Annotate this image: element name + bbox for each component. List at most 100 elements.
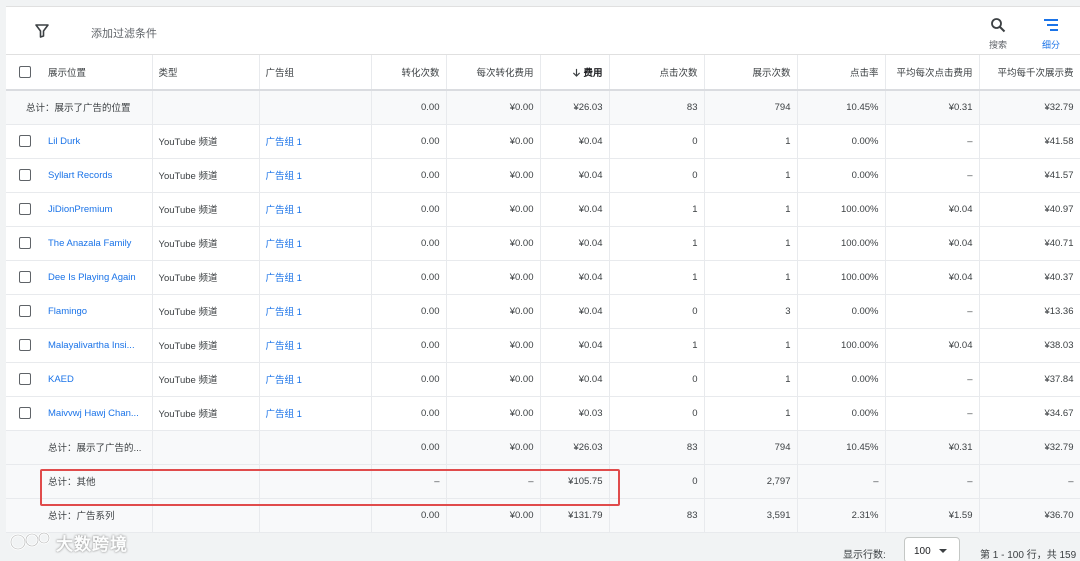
ad-group-link[interactable]: 广告组 1 [259,294,372,329]
placement-link[interactable]: JiDionPremium [44,192,153,227]
table-row: JiDionPremium YouTube 频道 广告组 1 0.00 ¥0.00 ¥0.… [6,192,1080,227]
empty-cell [259,498,372,533]
col-placement[interactable]: 展示位置 [44,55,153,91]
search-icon [991,18,1006,33]
placement-link[interactable]: Malayalivartha Insi... [44,328,153,363]
cell-avg-cpm: ¥40.37 [979,260,1080,295]
cell-ctr: 100.00% [797,226,886,261]
ad-group-link[interactable]: 广告组 1 [259,226,372,261]
total-avg-cpc: ¥0.31 [885,430,980,465]
pagination-footer: 显示行数: 100 第 1 - 100 行，共 159 [0,532,1080,561]
placement-type: YouTube 频道 [152,192,260,227]
select-all-checkbox[interactable] [19,66,31,78]
cell-conversions: 0.00 [371,192,447,227]
add-filter-link[interactable]: 添加过滤条件 [91,25,157,41]
ad-group-link[interactable]: 广告组 1 [259,192,372,227]
cell-cost-per-conv: ¥0.00 [446,328,541,363]
cell-clicks: 0 [609,158,705,193]
row-checkbox[interactable] [19,135,31,147]
total-ctr: 10.45% [797,430,886,465]
cell-cost: ¥0.03 [540,396,610,431]
total-avg-cpm: – [979,464,1080,499]
cell-ctr: 0.00% [797,396,886,431]
cell-cost-per-conv: ¥0.00 [446,260,541,295]
cell-ctr: 0.00% [797,362,886,397]
summary-total-label: 总计：广告系列 [44,498,153,533]
search-button-label: 搜索 [988,40,1007,50]
cell-conversions: 0.00 [371,226,447,261]
cell-avg-cpc: ¥0.04 [885,260,980,295]
ad-group-link[interactable]: 广告组 1 [259,124,372,159]
placement-type: YouTube 频道 [152,362,260,397]
total-cost: ¥105.75 [540,464,610,499]
cell-ctr: 0.00% [797,294,886,329]
col-cost-per-conv[interactable]: 每次转化费用 [446,55,541,91]
row-checkbox[interactable] [19,339,31,351]
row-checkbox[interactable] [19,237,31,249]
col-clicks[interactable]: 点击次数 [609,55,705,91]
row-checkbox-cell [6,158,44,193]
cell-cost-per-conv: ¥0.00 [446,226,541,261]
col-avg-cpm[interactable]: 平均每千次展示费 [979,55,1080,91]
cell-avg-cpm: ¥40.71 [979,226,1080,261]
cell-clicks: 0 [609,294,705,329]
col-avg-cpc[interactable]: 平均每次点击费用 [885,55,980,91]
table-row: Malayalivartha Insi... YouTube 频道 广告组 1 0.0… [6,328,1080,363]
table-row: The Anazala Family YouTube 频道 广告组 1 0.00 ¥0.… [6,226,1080,261]
cell-cost: ¥0.04 [540,362,610,397]
ad-group-link[interactable]: 广告组 1 [259,260,372,295]
empty-cell [152,464,260,499]
cell-avg-cpm: ¥37.84 [979,362,1080,397]
cell-avg-cpc: ¥0.04 [885,192,980,227]
top-total-label: 总计：展示了广告的位置 [6,90,153,125]
placement-link[interactable]: The Anazala Family [44,226,153,261]
total-impressions: 2,797 [704,464,798,499]
row-checkbox[interactable] [19,407,31,419]
col-ad-group[interactable]: 广告组 [259,55,372,91]
total-impressions: 794 [704,430,798,465]
placement-type: YouTube 频道 [152,226,260,261]
ad-group-link[interactable]: 广告组 1 [259,362,372,397]
placement-link[interactable]: Flamingo [44,294,153,329]
segment-button[interactable]: 细分 [1031,15,1071,51]
col-impressions[interactable]: 展示次数 [704,55,798,91]
ad-group-link[interactable]: 广告组 1 [259,396,372,431]
placement-link[interactable]: Dee Is Playing Again [44,260,153,295]
total-conversions: – [371,464,447,499]
placement-link[interactable]: Lil Durk [44,124,153,159]
cell-cost-per-conv: ¥0.00 [446,396,541,431]
total-ctr: – [797,464,886,499]
col-type[interactable]: 类型 [152,55,260,91]
placement-type: YouTube 频道 [152,396,260,431]
col-cost[interactable]: 费用 [540,55,610,91]
cell-cost: ¥0.04 [540,328,610,363]
search-button[interactable]: 搜索 [978,15,1018,51]
cell-clicks: 0 [609,362,705,397]
col-ctr[interactable]: 点击率 [797,55,886,91]
col-conversions[interactable]: 转化次数 [371,55,447,91]
total-conversions: 0.00 [371,498,447,533]
rows-per-page-value: 100 [914,546,931,557]
row-checkbox[interactable] [19,305,31,317]
row-checkbox[interactable] [19,271,31,283]
row-checkbox-cell [6,124,44,159]
row-checkbox[interactable] [19,169,31,181]
filter-icon[interactable] [34,23,50,39]
cell-impressions: 1 [704,158,798,193]
cell-avg-cpc: – [885,396,980,431]
cell-cost: ¥0.04 [540,294,610,329]
placement-link[interactable]: Syllart Records [44,158,153,193]
rows-per-page-select[interactable]: 100 [904,537,960,561]
empty-cell [6,464,44,499]
row-checkbox[interactable] [19,373,31,385]
placement-link[interactable]: KAED [44,362,153,397]
ad-group-link[interactable]: 广告组 1 [259,328,372,363]
total-clicks: 83 [609,90,705,125]
ad-group-link[interactable]: 广告组 1 [259,158,372,193]
placements-table: 展示位置 类型 广告组 转化次数 每次转化费用 费用 点击次数 展示次数 点击率… [6,55,1080,533]
total-avg-cpc: ¥0.31 [885,90,980,125]
row-checkbox[interactable] [19,203,31,215]
rows-per-page-label: 显示行数: [843,550,886,561]
cell-conversions: 0.00 [371,158,447,193]
placement-link[interactable]: Maivvwj Hawj Chan... [44,396,153,431]
